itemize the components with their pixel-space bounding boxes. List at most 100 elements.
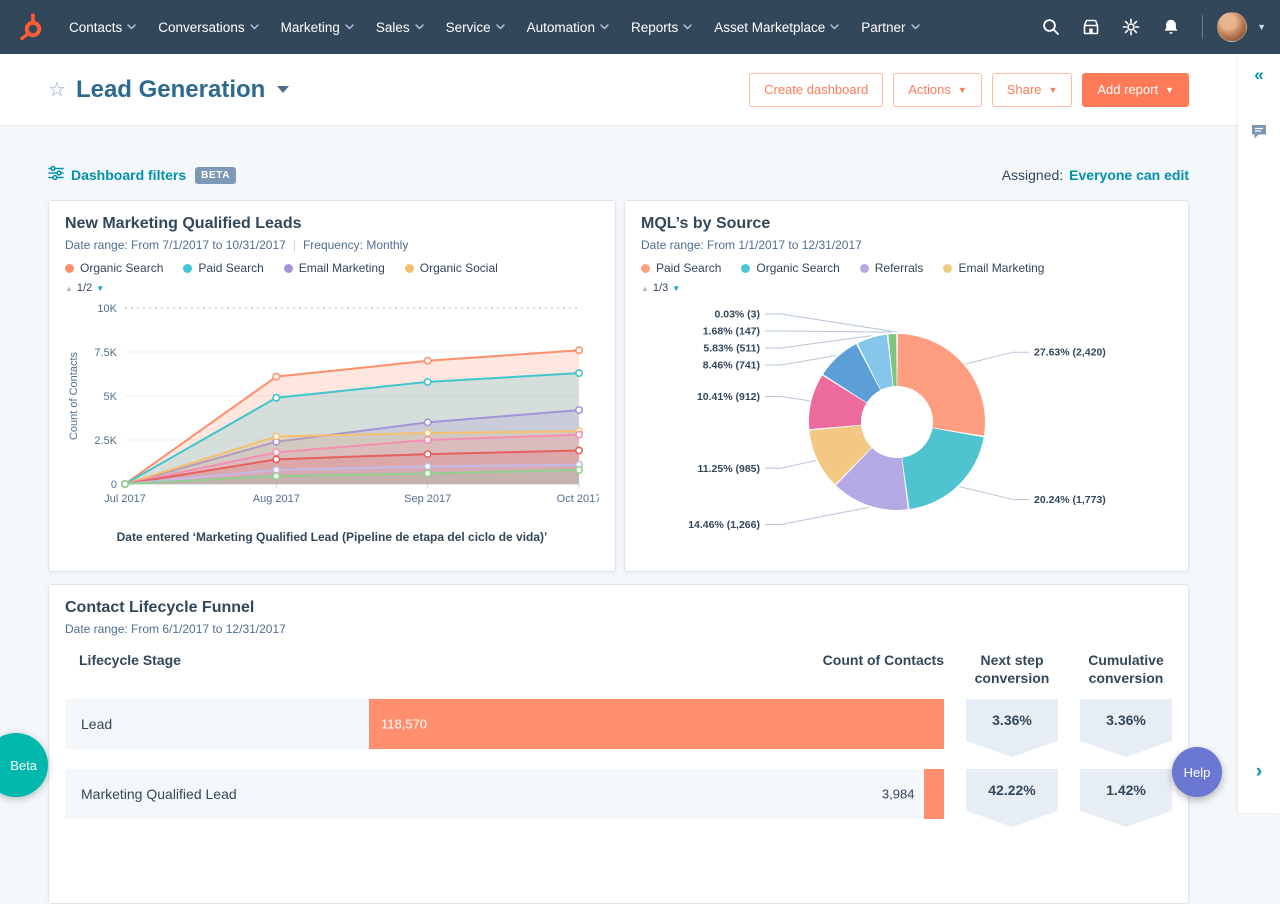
legend-item[interactable]: Organic Search [741, 261, 840, 275]
avatar-chevron-down-icon[interactable]: ▼ [1257, 22, 1266, 32]
funnel-stage-zone: Lead 118,570 [65, 699, 944, 749]
svg-text:27.63% (2,420): 27.63% (2,420) [1034, 347, 1106, 359]
collapse-panel-icon[interactable]: « [1254, 66, 1263, 83]
pager-up-icon[interactable]: ▲ [65, 284, 73, 293]
filters-row: Dashboard filters BETA Assigned: Everyone… [48, 162, 1189, 188]
legend-dot-icon [859, 263, 869, 273]
marketplace-icon[interactable] [1074, 10, 1108, 44]
funnel-header: Lifecycle Stage Count of Contacts Next s… [65, 652, 1172, 687]
beta-pill-button[interactable]: Beta [0, 733, 48, 797]
chart-caption: Date entered ‘Marketing Qualified Lead (… [116, 530, 548, 544]
report-card-new-mqls: New Marketing Qualified Leads Date range… [48, 200, 616, 572]
svg-text:Count of Contacts: Count of Contacts [68, 351, 80, 440]
svg-text:7.5K: 7.5K [94, 347, 117, 359]
donut-chart[interactable]: 0.03% (3) 1.68% (147) 5.83% (511) 8.46% (74… [641, 294, 1166, 556]
svg-text:11.25% (985): 11.25% (985) [698, 463, 760, 475]
next-step-conversion-value: 3.36% [966, 699, 1058, 757]
favorite-star-icon[interactable]: ☆ [48, 80, 66, 100]
chart-legend: Organic Search Paid Search Email Marketing… [65, 261, 599, 275]
column-lifecycle-stage: Lifecycle Stage [79, 652, 181, 668]
top-nav: Contacts Conversations Marketing Sales Servi… [0, 0, 1280, 54]
dashboard-title[interactable]: Lead Generation [76, 76, 265, 104]
chart-legend: Paid Search Organic Search Referrals Email … [641, 261, 1172, 275]
legend-item[interactable]: Organic Search [65, 261, 163, 275]
nav-item-service[interactable]: Service [435, 0, 516, 54]
pager-page: 1/3 [652, 282, 669, 294]
comments-icon[interactable] [1250, 123, 1268, 145]
actions-button[interactable]: Actions ▼ [893, 72, 982, 107]
legend-item[interactable]: Email Marketing [283, 261, 385, 275]
svg-text:0.03% (3): 0.03% (3) [714, 309, 760, 321]
funnel-bar[interactable]: 118,570 [369, 699, 944, 749]
dashboard-filters-link[interactable]: Dashboard filters [71, 167, 186, 183]
dashboard-filters-icon[interactable] [48, 165, 64, 185]
stage-label: Lead [81, 716, 113, 732]
svg-text:5.83% (511): 5.83% (511) [703, 343, 760, 355]
hubspot-logo-icon[interactable] [14, 10, 48, 44]
nav-item-automation[interactable]: Automation [516, 0, 620, 54]
report-card-mqls-by-source: MQL’s by Source Date range: From 1/1/201… [624, 200, 1189, 572]
column-cumulative-conversion: Cumulative conversion [1088, 652, 1164, 686]
funnel-bar[interactable]: 3,984 [882, 769, 944, 819]
legend-dot-icon [943, 263, 953, 273]
help-button[interactable]: Help [1172, 747, 1222, 797]
report-card-lifecycle-funnel: Contact Lifecycle Funnel Date range: Fro… [48, 584, 1189, 904]
report-title: MQL’s by Source [641, 215, 771, 232]
share-button[interactable]: Share ▼ [991, 72, 1073, 107]
legend-item[interactable]: Paid Search [641, 261, 721, 275]
legend-item[interactable]: Referrals [859, 261, 923, 275]
svg-text:14.46% (1,266): 14.46% (1,266) [688, 519, 760, 531]
svg-text:Aug 2017: Aug 2017 [253, 493, 300, 505]
column-count-of-contacts: Count of Contacts [822, 652, 944, 668]
nav-item-partner[interactable]: Partner [850, 0, 930, 54]
svg-text:Oct 2017: Oct 2017 [557, 493, 599, 505]
right-rail: « › [1238, 54, 1280, 813]
settings-gear-icon[interactable] [1114, 10, 1148, 44]
svg-text:1.68% (147): 1.68% (147) [703, 326, 760, 338]
funnel-row-lead: Lead 118,570 3.36% 3.36% [65, 699, 1172, 757]
legend-dot-icon [283, 263, 293, 273]
legend-dot-icon [183, 263, 193, 273]
page-header: ☆ Lead Generation Create dashboard Actio… [0, 54, 1280, 126]
svg-text:5K: 5K [104, 391, 118, 403]
column-next-step-conversion: Next step conversion [974, 652, 1050, 686]
pager-down-icon[interactable]: ▼ [96, 284, 104, 293]
cumulative-conversion-value: 1.42% [1080, 769, 1172, 827]
funnel-stage-zone: Marketing Qualified Lead 3,984 [65, 769, 944, 819]
svg-text:10K: 10K [97, 303, 117, 315]
chevron-down-icon: ▼ [1165, 84, 1174, 95]
report-title: New Marketing Qualified Leads [65, 215, 302, 232]
legend-dot-icon [641, 263, 650, 273]
nav-item-contacts[interactable]: Contacts [58, 0, 147, 54]
next-step-conversion-value: 42.22% [966, 769, 1058, 827]
add-report-button[interactable]: Add report ▼ [1082, 72, 1189, 107]
legend-item[interactable]: Organic Social [404, 261, 498, 275]
expand-next-icon[interactable]: › [1256, 761, 1262, 783]
pager-down-icon[interactable]: ▼ [672, 284, 680, 293]
legend-item[interactable]: Paid Search [183, 261, 264, 275]
nav-item-sales[interactable]: Sales [365, 0, 435, 54]
create-dashboard-button[interactable]: Create dashboard [749, 72, 884, 107]
area-line-chart[interactable]: 0 2.5K 5K 7.5K 10K Jul 2017 Aug 2017 Sep 2017 Oc… [65, 294, 601, 520]
svg-text:2.5K: 2.5K [94, 435, 117, 447]
report-date-range: Date range: From 1/1/2017 to 12/31/2017 [641, 238, 862, 252]
nav-item-conversations[interactable]: Conversations [147, 0, 269, 54]
nav-items: Contacts Conversations Marketing Sales Servi… [58, 0, 931, 54]
pager-up-icon[interactable]: ▲ [641, 284, 649, 293]
avatar[interactable] [1217, 12, 1248, 42]
notifications-bell-icon[interactable] [1154, 10, 1188, 44]
title-chevron-down-icon[interactable] [277, 86, 290, 93]
nav-item-reports[interactable]: Reports [620, 0, 703, 54]
search-icon[interactable] [1034, 10, 1068, 44]
svg-text:Sep 2017: Sep 2017 [404, 493, 451, 505]
nav-item-marketing[interactable]: Marketing [270, 0, 365, 54]
svg-text:0: 0 [111, 479, 117, 491]
funnel-count: 3,984 [881, 786, 915, 802]
nav-item-asset-marketplace[interactable]: Asset Marketplace [703, 0, 850, 54]
legend-item[interactable]: Email Marketing [943, 261, 1044, 275]
legend-dot-icon [65, 263, 74, 273]
assigned-value-link[interactable]: Everyone can edit [1069, 167, 1189, 183]
report-date-range: Date range: From 6/1/2017 to 12/31/2017 [65, 622, 286, 636]
svg-text:10.41% (912): 10.41% (912) [697, 391, 760, 403]
legend-pager: ▲ 1/2 ▼ [65, 282, 599, 294]
